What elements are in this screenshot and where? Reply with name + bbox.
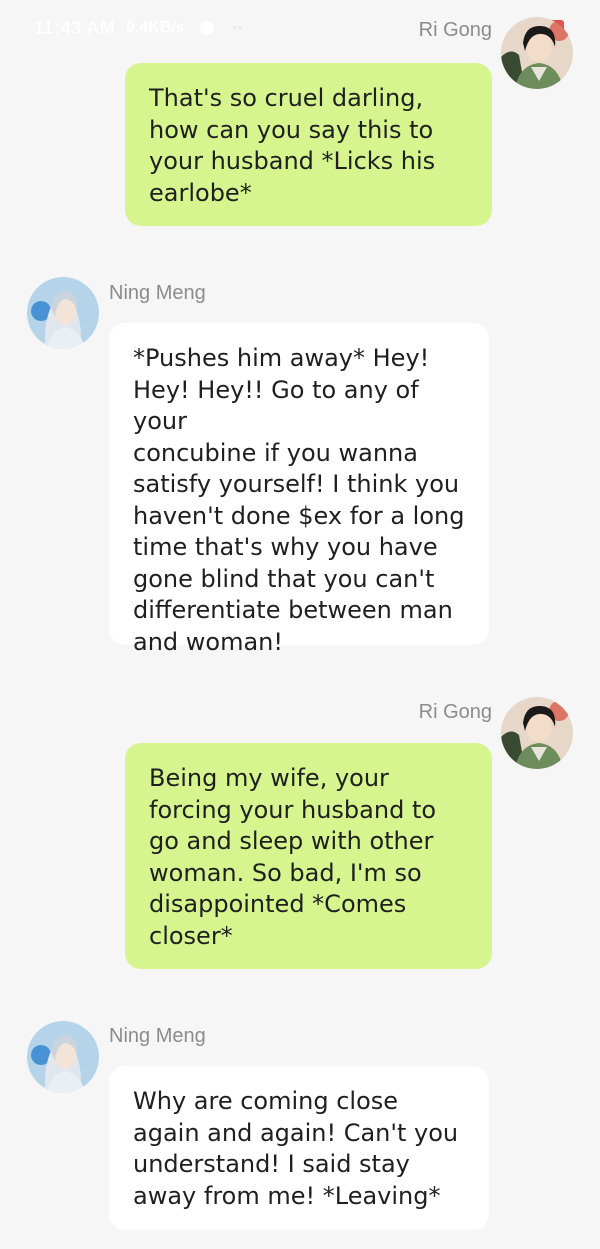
sender-name: Ning Meng (109, 1025, 206, 1047)
message-bubble[interactable]: Why are coming close again and again! Ca… (109, 1066, 489, 1230)
ning-meng-avatar[interactable] (27, 1021, 99, 1093)
ri-gong-avatar[interactable] (501, 697, 573, 769)
status-time: 11:43 AM (34, 18, 116, 38)
ri-gong-avatar[interactable] (501, 17, 573, 89)
sender-name: Ri Gong (418, 19, 492, 41)
sender-name: Ri Gong (418, 701, 492, 723)
network-speed: 0.4KB/s (126, 19, 185, 36)
ning-meng-avatar[interactable] (27, 277, 99, 349)
notification-icon (200, 21, 214, 35)
more-notifications-icon: ·· (232, 18, 244, 38)
message-bubble[interactable]: Being my wife, your forcing your husband… (125, 743, 492, 969)
message-bubble[interactable]: That's so cruel darling, how can you say… (125, 63, 492, 226)
sender-name: Ning Meng (109, 282, 206, 304)
message-bubble[interactable]: *Pushes him away* Hey! Hey! Hey!! Go to … (109, 323, 489, 656)
